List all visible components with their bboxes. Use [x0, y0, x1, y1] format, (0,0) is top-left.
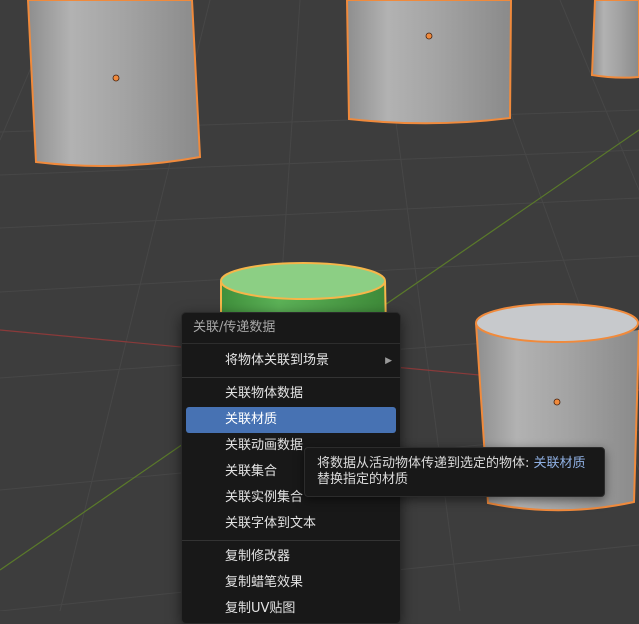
menu-item-copy-modifiers[interactable]: 复制修改器 — [186, 544, 396, 570]
tooltip-text: 将数据从活动物体传递到选定的物体: — [317, 456, 530, 471]
menu-item-link-fonts-to-text[interactable]: 关联字体到文本 — [186, 511, 396, 537]
menu-item-link-to-scene[interactable]: 将物体关联到场景 ▶ — [186, 348, 396, 374]
cylinder-object[interactable] — [26, 0, 202, 167]
menu-title: 关联/传递数据 — [182, 313, 400, 344]
menu-separator — [182, 540, 400, 541]
menu-item-copy-grease-pencil-effects[interactable]: 复制蜡笔效果 — [186, 570, 396, 596]
menu-item-copy-uv-maps[interactable]: 复制UV贴图 — [186, 596, 396, 622]
cylinder-object[interactable] — [345, 0, 513, 125]
menu-item-label: 将物体关联到场景 — [225, 353, 330, 368]
tooltip-highlight: 关联材质 — [533, 456, 586, 471]
object-origin — [112, 74, 120, 82]
tooltip-line: 将数据从活动物体传递到选定的物体: 关联材质 — [317, 456, 592, 472]
menu-separator — [182, 377, 400, 378]
cylinder-object[interactable] — [590, 0, 639, 79]
object-origin — [553, 398, 561, 406]
tooltip-description: 替换指定的材质 — [317, 472, 409, 487]
object-origin — [425, 32, 433, 40]
menu-item-link-materials[interactable]: 关联材质 — [186, 407, 396, 433]
tooltip: 将数据从活动物体传递到选定的物体: 关联材质 替换指定的材质 — [304, 447, 605, 497]
menu-item-link-object-data[interactable]: 关联物体数据 — [186, 381, 396, 407]
submenu-arrow-icon: ▶ — [385, 356, 392, 366]
